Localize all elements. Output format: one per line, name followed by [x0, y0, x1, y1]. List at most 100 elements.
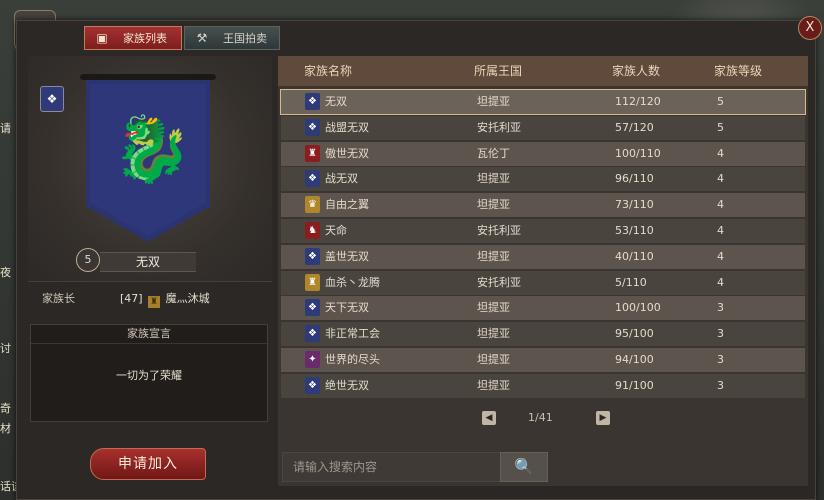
table-row[interactable]: ❖ 盖世无双 坦提亚 40/110 4: [281, 244, 805, 269]
family-rows: ❖ 无双 坦提亚 112/120 5 ❖ 战盟无双 安托利亚 57/120 5 ♜ 傲世无双 瓦伦丁 10…: [278, 89, 808, 400]
map-label: 材: [0, 422, 11, 435]
table-row[interactable]: ♞ 天命 安托利亚 53/110 4: [281, 218, 805, 243]
banner-area: ❖ 🐉 5 无双: [28, 56, 272, 282]
table-row[interactable]: ♜ 血杀丶龙腾 安托利亚 5/110 4: [281, 270, 805, 295]
rank-icon: ♜: [148, 296, 161, 308]
family-emblem-icon: ❖: [305, 247, 320, 265]
members-cell: 112/120: [615, 95, 661, 108]
members-cell: 96/110: [615, 172, 654, 186]
manifesto-box: 家族宣言 一切为了荣耀: [30, 324, 268, 422]
kingdom-cell: 坦提亚: [477, 249, 510, 263]
tab-kingdom-auction[interactable]: ⚒ 王国拍卖: [184, 26, 280, 50]
family-level-badge: 5: [76, 248, 100, 272]
level-cell: 4: [717, 172, 724, 186]
table-row[interactable]: ❖ 非正常工会 坦提亚 95/100 3: [281, 322, 805, 347]
table-row[interactable]: ❖ 无双 坦提亚 112/120 5: [280, 89, 806, 115]
tab-label: 家族列表: [123, 32, 167, 45]
level-cell: 4: [717, 223, 724, 237]
table-row[interactable]: ♛ 自由之翼 坦提亚 73/110 4: [281, 193, 805, 218]
kingdom-cell: 安托利亚: [477, 120, 521, 134]
leader-level: [47]: [120, 292, 143, 305]
table-row[interactable]: ❖ 绝世无双 坦提亚 91/100 3: [281, 373, 805, 398]
family-name-cell: 战无双: [325, 172, 358, 186]
kingdom-cell: 坦提亚: [477, 198, 510, 212]
header-kingdom: 所属王国: [474, 64, 523, 78]
kingdom-cell: 安托利亚: [477, 275, 521, 289]
family-emblem-icon: ♜: [305, 273, 320, 291]
table-row[interactable]: ❖ 战盟无双 安托利亚 57/120 5: [281, 115, 805, 140]
family-emblem-icon: ♜: [305, 144, 320, 162]
members-cell: 57/120: [615, 120, 654, 134]
members-cell: 95/100: [615, 327, 654, 341]
level-cell: 4: [717, 198, 724, 212]
members-cell: 91/100: [615, 378, 654, 392]
family-name-cell: 战盟无双: [325, 120, 369, 134]
family-name-cell: 世界的尽头: [325, 352, 380, 366]
table-row[interactable]: ❖ 战无双 坦提亚 96/110 4: [281, 167, 805, 192]
members-cell: 40/110: [615, 249, 654, 263]
family-list-panel: 家族名称 所属王国 家族人数 家族等级 ❖ 无双 坦提亚 112/120 5 ❖ 战盟无双安…: [278, 56, 808, 496]
page-indicator: 1/41: [528, 411, 553, 424]
family-name-cell: 自由之翼: [325, 198, 369, 212]
family-emblem-icon: ❖: [305, 299, 320, 317]
family-name-cell: 无双: [325, 95, 347, 108]
map-label: 讨: [0, 342, 11, 355]
table-row[interactable]: ✦ 世界的尽头 坦提亚 94/100 3: [281, 347, 805, 372]
manifesto-text: 一切为了荣耀: [116, 369, 182, 382]
prev-page-button[interactable]: ◀: [482, 411, 496, 425]
level-cell: 3: [717, 301, 724, 315]
header-family-name: 家族名称: [304, 64, 353, 78]
family-name-cell: 非正常工会: [325, 327, 380, 341]
family-emblem-icon: ❖: [305, 376, 320, 394]
family-badge-icon: ❖: [40, 86, 64, 112]
level-cell: 4: [717, 275, 724, 289]
family-emblem-icon: ❖: [305, 118, 320, 136]
map-label: 奇: [0, 402, 11, 415]
kingdom-cell: 瓦伦丁: [477, 146, 510, 160]
kingdom-cell: 坦提亚: [477, 352, 510, 366]
level-cell: 3: [717, 352, 724, 366]
members-cell: 73/110: [615, 198, 654, 212]
next-page-button[interactable]: ▶: [596, 411, 610, 425]
members-cell: 100/100: [615, 301, 661, 315]
family-emblem-icon: ❖: [305, 93, 320, 110]
family-emblem-icon: ❖: [305, 325, 320, 343]
header-level: 家族等级: [714, 64, 763, 78]
table-header: 家族名称 所属王国 家族人数 家族等级: [278, 56, 808, 86]
leader-value: [47] ♜ 魔灬沐城: [120, 290, 210, 308]
members-cell: 53/110: [615, 223, 654, 237]
leader-name[interactable]: 魔灬沐城: [166, 292, 210, 305]
family-name-cell: 血杀丶龙腾: [325, 275, 380, 289]
level-cell: 5: [717, 120, 724, 134]
family-detail-panel: ❖ 🐉 5 无双 家族长 [47] ♜ 魔灬沐城 家族宣言 一切为了荣耀 申请加…: [28, 56, 272, 492]
table-row[interactable]: ♜ 傲世无双 瓦伦丁 100/110 4: [281, 141, 805, 166]
members-cell: 94/100: [615, 352, 654, 366]
banner-pole: [80, 74, 216, 80]
apply-join-button[interactable]: 申请加入: [90, 448, 206, 480]
family-emblem-icon: ♞: [305, 221, 320, 239]
header-members: 家族人数: [612, 64, 661, 78]
table-row[interactable]: ❖ 天下无双 坦提亚 100/100 3: [281, 296, 805, 321]
tab-family-list[interactable]: ▣ 家族列表: [84, 26, 182, 50]
members-cell: 100/110: [615, 146, 661, 160]
banner-icon: ▣: [96, 31, 108, 45]
tab-label: 王国拍卖: [223, 32, 267, 45]
close-button[interactable]: X: [798, 16, 822, 40]
family-emblem-icon: ❖: [305, 170, 320, 188]
kingdom-cell: 坦提亚: [477, 172, 510, 186]
level-cell: 5: [717, 95, 724, 108]
family-emblem-icon: ♛: [305, 196, 320, 214]
kingdom-cell: 安托利亚: [477, 223, 521, 237]
map-label: 夜: [0, 266, 11, 279]
family-name: 无双: [100, 252, 196, 272]
search-icon[interactable]: 🔍: [500, 452, 548, 482]
level-cell: 3: [717, 378, 724, 392]
leader-label: 家族长: [42, 292, 75, 305]
level-cell: 3: [717, 327, 724, 341]
manifesto-title: 家族宣言: [31, 325, 267, 344]
bottom-bar: [278, 486, 808, 496]
level-cell: 4: [717, 249, 724, 263]
members-cell: 5/110: [615, 275, 647, 289]
dragon-icon: 🐉: [112, 113, 192, 187]
family-name-cell: 绝世无双: [325, 378, 369, 392]
